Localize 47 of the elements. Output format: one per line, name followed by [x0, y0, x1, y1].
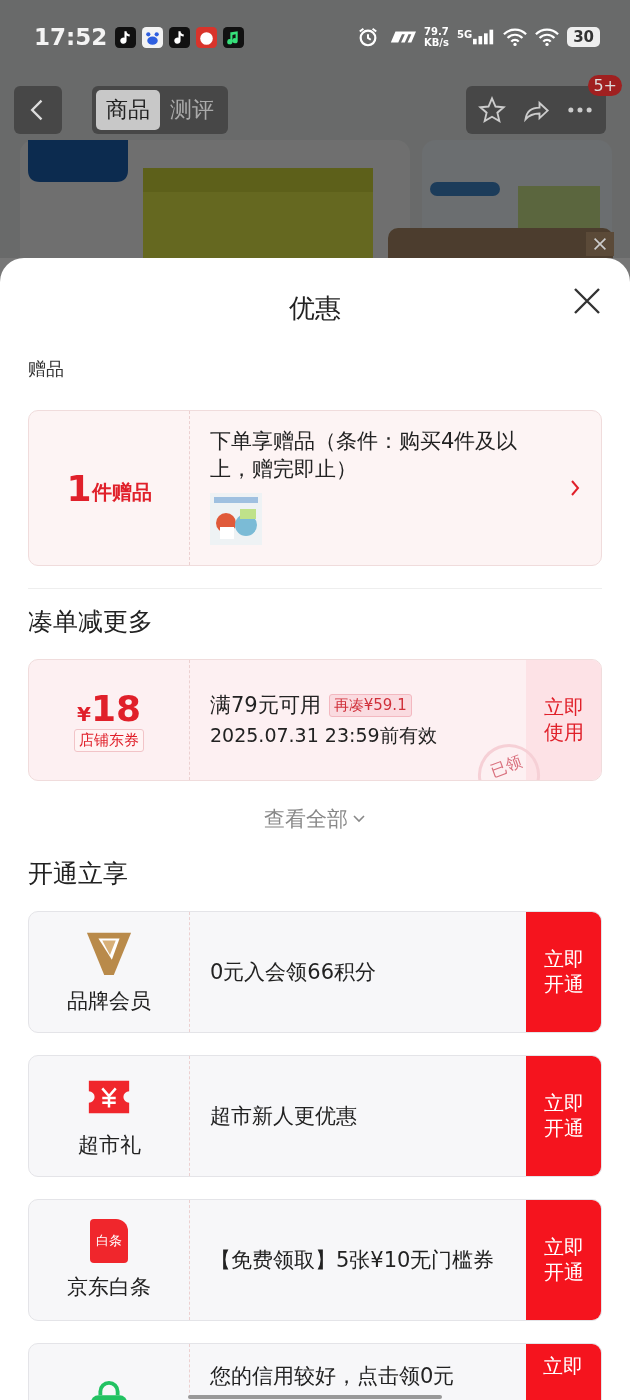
benefit-description: 【免费领取】5张¥10无门槛券	[210, 1247, 496, 1274]
benefit-name: 超市礼	[77, 1132, 141, 1159]
currency-sign: ¥	[77, 702, 91, 726]
gift-card[interactable]: 1件赠品 下单享赠品（条件：购买4件及以上，赠完即止）	[28, 410, 602, 566]
signal-icon	[473, 29, 496, 45]
benefit-name: 品牌会员	[67, 988, 151, 1015]
close-icon	[591, 235, 609, 253]
chevron-down-icon	[352, 814, 366, 824]
tab[interactable]: 测评	[160, 90, 224, 130]
back-button[interactable]	[14, 86, 62, 134]
wifi-icon	[503, 26, 528, 48]
section-title: 凑单减更多	[28, 607, 154, 637]
network-type: 5G	[456, 29, 473, 40]
activate-button[interactable]: 立即开通	[526, 1056, 601, 1176]
tab[interactable]: 商品	[96, 90, 160, 130]
chevron-right-icon	[569, 478, 581, 498]
use-now-button[interactable]: 立即使用	[526, 660, 601, 780]
close-icon	[572, 286, 602, 316]
card-icon: 白条	[90, 1219, 128, 1263]
gift-count: 1	[66, 467, 92, 509]
section-title: 开通立享	[28, 859, 129, 889]
clock-time: 17:52	[34, 24, 108, 50]
shortfall-tag: 再凑¥59.1	[328, 693, 412, 717]
section-label: 赠品	[28, 358, 65, 381]
wifi-icon	[535, 26, 560, 48]
coupon-type-tag: 店铺东券	[74, 729, 144, 752]
battery-level: 30	[567, 27, 600, 47]
activate-button[interactable]: 立即开通	[526, 1200, 601, 1320]
network-speed: 79.7	[424, 26, 449, 37]
gift-count-label: 件赠品	[91, 478, 152, 506]
sheet-title: 优惠	[289, 291, 341, 325]
gift-description: 下单享赠品（条件：购买4件及以上，赠完即止）	[210, 428, 519, 483]
close-button[interactable]	[586, 232, 614, 256]
coupon-amount: 18	[90, 688, 141, 729]
more-icon	[568, 107, 592, 113]
notification-badge: 5+	[588, 75, 622, 96]
benefit-description: 超市新人更优惠	[210, 1103, 358, 1130]
activate-button[interactable]: 立即	[526, 1344, 601, 1400]
network-speed-unit: KB/s	[423, 37, 449, 48]
coupon-condition: 满79元可用	[210, 692, 321, 719]
coupon-validity: 2025.07.31 23:59前有效	[210, 723, 438, 748]
star-icon	[478, 96, 506, 124]
view-all-button[interactable]: 查看全部	[258, 805, 372, 833]
activate-button[interactable]: 立即开通	[526, 912, 601, 1032]
benefit-description: 您的信用较好，点击领0元	[210, 1366, 456, 1386]
benefit-description: 0元入会领66积分	[210, 959, 378, 986]
benefit-name: 京东白条	[67, 1274, 151, 1301]
